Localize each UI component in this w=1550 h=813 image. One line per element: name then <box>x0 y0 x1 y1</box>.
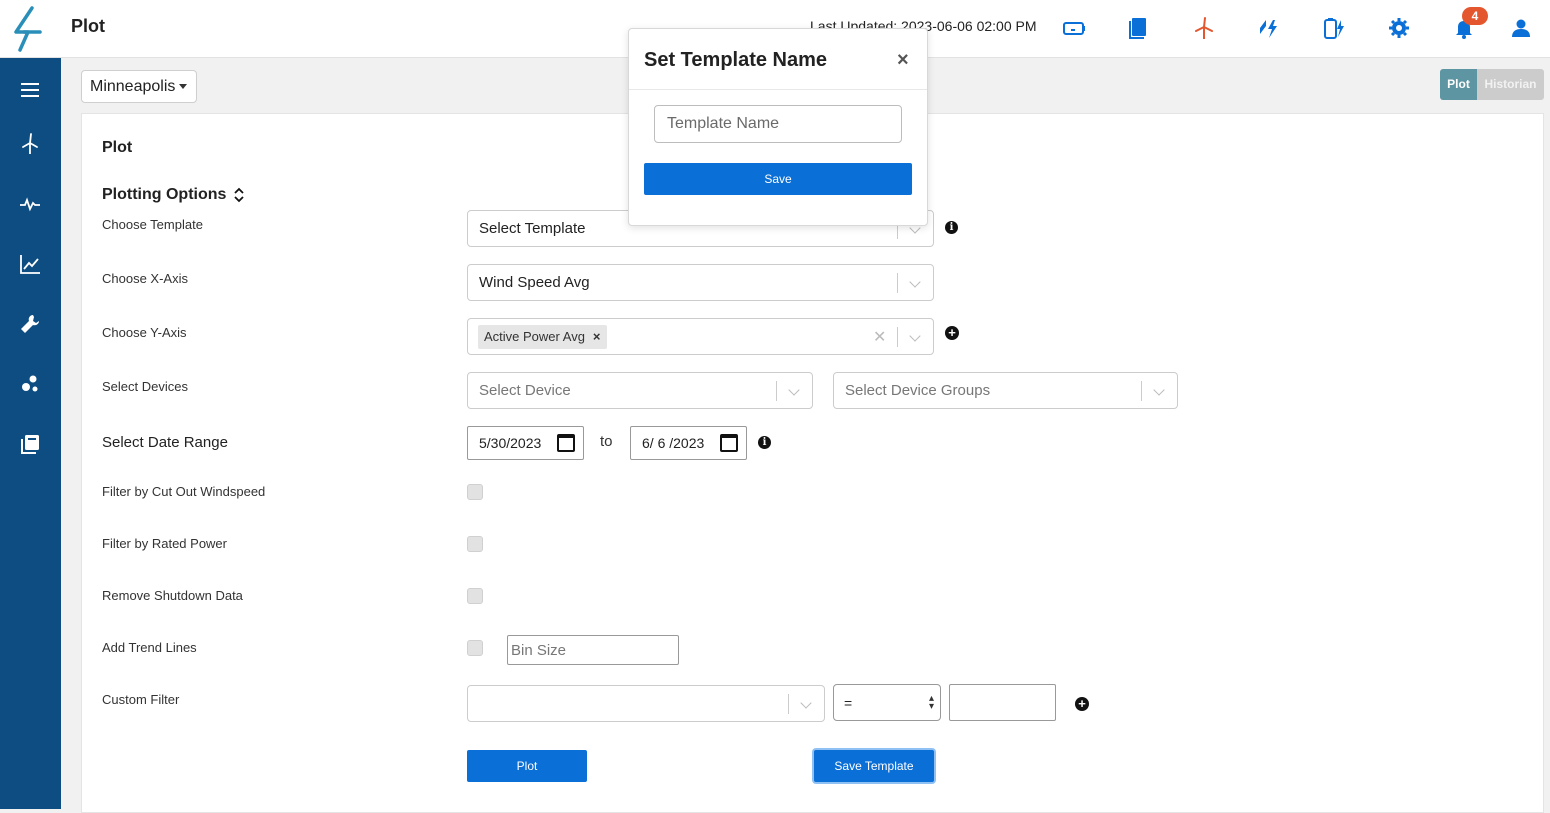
chevron-down-icon[interactable] <box>800 697 812 709</box>
filter-cut-out-checkbox[interactable] <box>467 484 483 500</box>
sidebar-pulse-icon[interactable] <box>16 190 44 218</box>
select-separator <box>776 381 777 401</box>
power-flash-icon[interactable] <box>1255 14 1283 42</box>
date-range-to: to <box>600 433 613 450</box>
remove-shutdown-checkbox[interactable] <box>467 588 483 604</box>
custom-filter-field-select[interactable] <box>467 685 825 722</box>
sidebar-chart-icon[interactable] <box>16 250 44 278</box>
view-toggle-plot[interactable]: Plot <box>1440 69 1477 100</box>
info-icon[interactable]: i <box>758 436 771 449</box>
battery-charging-icon[interactable] <box>1320 14 1348 42</box>
set-template-name-modal: Set Template Name × Template Name Save <box>628 28 928 226</box>
modal-title: Set Template Name <box>644 49 828 71</box>
template-name-placeholder: Template Name <box>667 115 780 132</box>
collapse-chevrons-icon[interactable] <box>234 187 244 203</box>
end-date-value: 6/ 6 /2023 <box>642 435 705 451</box>
device-group-select[interactable]: Select Device Groups <box>833 372 1178 409</box>
chevron-down-icon[interactable] <box>909 330 921 342</box>
choose-y-axis-label: Choose Y-Axis <box>102 325 187 340</box>
y-axis-chip-label: Active Power Avg <box>484 329 585 344</box>
start-date-value: 5/30/2023 <box>479 435 542 451</box>
chevron-down-icon[interactable] <box>788 384 800 396</box>
sidebar-library-icon[interactable] <box>16 430 44 458</box>
info-icon[interactable]: i <box>945 221 958 234</box>
site-selector-value: Minneapolis <box>90 78 176 95</box>
menu-icon[interactable] <box>16 76 44 104</box>
select-separator <box>897 327 898 347</box>
add-trend-lines-label: Add Trend Lines <box>102 640 197 655</box>
chip-remove-icon[interactable]: × <box>593 329 601 344</box>
battery-monitor-icon[interactable] <box>1060 14 1088 42</box>
end-date-input[interactable]: 6/ 6 /2023 <box>630 426 747 460</box>
view-toggle-historian[interactable]: Historian <box>1477 69 1544 100</box>
plot-button[interactable]: Plot <box>467 750 587 782</box>
add-filter-icon[interactable]: + <box>1075 697 1089 711</box>
custom-filter-value-input[interactable] <box>949 684 1056 721</box>
modal-save-button[interactable]: Save <box>644 163 912 195</box>
filter-rated-power-checkbox[interactable] <box>467 536 483 552</box>
device-select[interactable]: Select Device <box>467 372 813 409</box>
chevron-down-icon[interactable] <box>1153 384 1165 396</box>
sidebar <box>0 58 61 809</box>
sidebar-wrench-icon[interactable] <box>16 310 44 338</box>
custom-filter-operator-value: = <box>844 695 853 711</box>
select-arrows-icon: ▴ ▾ <box>928 693 934 712</box>
y-axis-chip: Active Power Avg × <box>478 325 607 349</box>
site-selector[interactable]: Minneapolis <box>81 70 197 103</box>
template-select-placeholder: Select Template <box>479 220 586 237</box>
custom-filter-operator-select[interactable]: = ▴ ▾ <box>833 684 941 721</box>
remove-shutdown-label: Remove Shutdown Data <box>102 588 243 603</box>
save-template-button[interactable]: Save Template <box>814 750 934 782</box>
select-separator <box>897 273 898 293</box>
logo-icon[interactable] <box>10 6 46 52</box>
choose-template-label: Choose Template <box>102 217 203 232</box>
choose-x-axis-label: Choose X-Axis <box>102 271 188 286</box>
view-toggle: Plot Historian <box>1440 69 1544 100</box>
sidebar-cluster-icon[interactable] <box>16 370 44 398</box>
device-select-placeholder: Select Device <box>479 382 571 399</box>
template-name-input[interactable]: Template Name <box>654 105 902 143</box>
modal-header: Set Template Name × <box>629 29 927 90</box>
bin-size-input[interactable]: Bin Size <box>507 635 679 665</box>
select-devices-label: Select Devices <box>102 379 188 394</box>
gear-icon[interactable] <box>1385 14 1413 42</box>
date-range-label: Select Date Range <box>102 434 228 451</box>
plotting-options-label: Plotting Options <box>102 186 227 203</box>
close-icon[interactable]: × <box>897 49 909 72</box>
bin-size-placeholder: Bin Size <box>511 642 567 659</box>
notification-badge: 4 <box>1462 7 1488 25</box>
wind-turbine-icon[interactable] <box>1190 14 1218 42</box>
device-group-select-placeholder: Select Device Groups <box>845 382 991 399</box>
document-icon[interactable] <box>1125 14 1153 42</box>
card-title: Plot <box>102 139 133 156</box>
custom-filter-label: Custom Filter <box>102 692 180 707</box>
select-separator <box>788 694 789 714</box>
y-axis-select[interactable]: Active Power Avg × ✕ <box>467 318 934 355</box>
page-title: Plot <box>71 16 105 36</box>
calendar-icon[interactable] <box>557 434 575 452</box>
filter-cut-out-label: Filter by Cut Out Windspeed <box>102 484 266 499</box>
user-icon[interactable] <box>1507 14 1535 42</box>
plotting-options-title[interactable]: Plotting Options <box>102 186 244 204</box>
chevron-down-icon[interactable] <box>909 276 921 288</box>
start-date-input[interactable]: 5/30/2023 <box>467 426 584 460</box>
add-y-axis-icon[interactable]: + <box>945 326 959 340</box>
caret-down-icon <box>179 84 188 90</box>
filter-rated-power-label: Filter by Rated Power <box>102 536 227 551</box>
clear-icon[interactable]: ✕ <box>873 327 886 347</box>
add-trend-lines-checkbox[interactable] <box>467 640 483 656</box>
x-axis-select[interactable]: Wind Speed Avg <box>467 264 934 301</box>
calendar-icon[interactable] <box>720 434 738 452</box>
sidebar-turbine-icon[interactable] <box>16 130 44 158</box>
select-separator <box>1141 381 1142 401</box>
x-axis-select-value: Wind Speed Avg <box>479 274 590 291</box>
